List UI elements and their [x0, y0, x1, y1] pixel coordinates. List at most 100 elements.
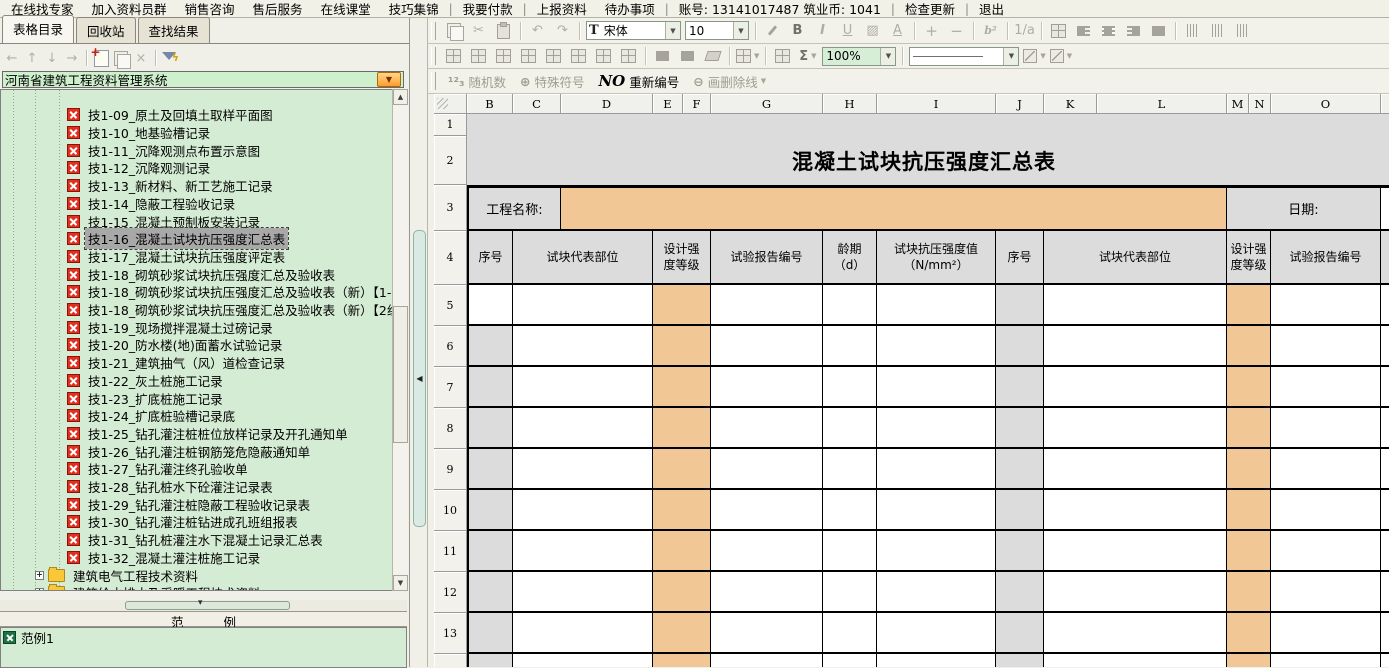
cell[interactable]	[1044, 654, 1227, 667]
cell[interactable]	[653, 572, 711, 613]
cell[interactable]	[1271, 490, 1381, 531]
insert-row-icon[interactable]	[441, 46, 466, 66]
new-form-icon[interactable]	[91, 49, 111, 67]
cell[interactable]	[996, 367, 1044, 408]
cell[interactable]: 试验报告编号	[1271, 231, 1381, 285]
strikethrough-button[interactable]: ⊖画删除线▼	[693, 72, 766, 91]
row-header-7[interactable]: 7	[434, 367, 467, 408]
row-spacing-icon[interactable]	[650, 46, 675, 66]
tree-item[interactable]: 技1-18_砌筑砂浆试块抗压强度汇总及验收表	[1, 265, 338, 283]
cell[interactable]	[996, 326, 1044, 367]
column-header-G[interactable]: G	[711, 94, 823, 114]
tree-item[interactable]: 技1-11_沉降观测点布置示意图	[1, 141, 263, 159]
row-header-3[interactable]: 3	[434, 185, 467, 231]
expand-icon[interactable]: +	[35, 571, 44, 580]
tree-item[interactable]: 技1-24_扩底桩验槽记录底	[1, 407, 238, 425]
cell[interactable]	[823, 572, 877, 613]
random-number-button[interactable]: ¹²₃随机数	[448, 72, 506, 91]
cell[interactable]	[467, 613, 513, 654]
menu-item[interactable]: 退出	[970, 0, 1013, 18]
row-header-4[interactable]: 4	[434, 231, 467, 285]
fraction-icon[interactable]: 1/a	[1012, 21, 1037, 41]
cell[interactable]	[711, 531, 823, 572]
font-name-combo[interactable]: T宋体▼	[586, 21, 681, 40]
cell[interactable]	[996, 408, 1044, 449]
splitter-thumb[interactable]	[125, 601, 290, 610]
cell[interactable]	[653, 531, 711, 572]
tree-item[interactable]: 技1-18_砌筑砂浆试块抗压强度汇总及验收表（新）【1-	[1, 283, 394, 301]
underline-button[interactable]: U	[835, 21, 860, 41]
menu-item[interactable]: 上报资料	[528, 0, 596, 18]
cell[interactable]	[467, 114, 1389, 136]
cell[interactable]	[1381, 326, 1389, 367]
tab-form-list[interactable]: 表格目录	[2, 15, 74, 43]
cell[interactable]	[711, 449, 823, 490]
cell-properties-icon[interactable]	[1046, 21, 1071, 41]
cell[interactable]	[1271, 285, 1381, 326]
cell[interactable]	[1271, 408, 1381, 449]
cell[interactable]	[823, 367, 877, 408]
cell[interactable]	[823, 490, 877, 531]
tree-item[interactable]: 技1-18_砌筑砂浆试块抗压强度汇总及验收表（新）【2组	[1, 301, 402, 319]
cell[interactable]	[1271, 326, 1381, 367]
column-header-D[interactable]: D	[561, 94, 653, 114]
cell[interactable]	[653, 408, 711, 449]
cell[interactable]: 龄期 （d）	[823, 231, 877, 285]
cell[interactable]	[653, 367, 711, 408]
cell[interactable]	[711, 285, 823, 326]
collapse-panel-button[interactable]: ◀	[413, 230, 426, 527]
row-header-2[interactable]: 2	[434, 136, 467, 185]
tree-item[interactable]: 技1-13_新材料、新工艺施工记录	[1, 177, 276, 195]
tab-recycle-bin[interactable]: 回收站	[76, 17, 136, 43]
cell[interactable]: 龄期 （d）	[1381, 231, 1389, 285]
cell[interactable]: 日期:	[1227, 185, 1381, 231]
cell[interactable]	[996, 449, 1044, 490]
cell[interactable]	[1381, 285, 1389, 326]
cell[interactable]	[467, 408, 513, 449]
decrease-icon[interactable]: −	[944, 21, 969, 41]
paste-icon[interactable]	[491, 21, 516, 41]
distribute-rows-icon[interactable]	[566, 46, 591, 66]
cell[interactable]	[1381, 531, 1389, 572]
cell[interactable]	[1227, 654, 1271, 667]
cell[interactable]	[513, 408, 653, 449]
cell[interactable]	[877, 449, 996, 490]
cell[interactable]	[1381, 449, 1389, 490]
tree-item[interactable]: 技1-25_钻孔灌注桩桩位放样记录及开孔通知单	[1, 425, 351, 443]
column-header-B[interactable]: B	[467, 94, 513, 114]
panel-splitter[interactable]: ▾	[0, 600, 407, 611]
cell[interactable]	[467, 654, 513, 667]
cell[interactable]	[877, 531, 996, 572]
font-size-combo[interactable]: 10▼	[685, 21, 749, 40]
menu-item[interactable]: 在线课堂	[312, 0, 380, 18]
cell[interactable]	[1381, 367, 1389, 408]
special-symbol-button[interactable]: ⊕特殊符号	[520, 72, 585, 91]
cell[interactable]	[1044, 572, 1227, 613]
cell[interactable]	[1044, 367, 1227, 408]
cell[interactable]	[1271, 654, 1381, 667]
column-header-C[interactable]: C	[513, 94, 561, 114]
cell[interactable]	[823, 654, 877, 667]
cell[interactable]	[467, 285, 513, 326]
tree-item[interactable]: 技1-27_钻孔灌注终孔验收单	[1, 460, 251, 478]
cell[interactable]	[467, 490, 513, 531]
tree-folder[interactable]: +建筑电气工程技术资料	[1, 566, 201, 584]
copy-icon[interactable]	[441, 21, 466, 41]
cell[interactable]	[467, 367, 513, 408]
cell[interactable]	[1227, 572, 1271, 613]
tree-item[interactable]: 技1-31_钻孔桩灌注水下混凝土记录汇总表	[1, 531, 326, 549]
row-header-1[interactable]: 1	[434, 114, 467, 136]
tree-scrollbar[interactable]: ▲ ▼	[392, 89, 408, 591]
cell[interactable]	[711, 572, 823, 613]
tree-item[interactable]: 技1-14_隐蔽工程验收记录	[1, 195, 238, 213]
cell[interactable]	[877, 285, 996, 326]
cell[interactable]	[561, 185, 1227, 231]
align-center-icon[interactable]	[1096, 21, 1121, 41]
tree-item[interactable]: 技1-17_混凝土试块抗压强度评定表	[1, 248, 288, 266]
cell[interactable]	[1044, 408, 1227, 449]
cell[interactable]: 设计强 度等级	[1227, 231, 1271, 285]
project-selector[interactable]: 河南省建筑工程资料管理系统 ▼	[2, 71, 404, 88]
scroll-down-icon[interactable]: ▼	[393, 575, 408, 591]
bold-button[interactable]: B	[785, 21, 810, 41]
cell[interactable]	[877, 326, 996, 367]
